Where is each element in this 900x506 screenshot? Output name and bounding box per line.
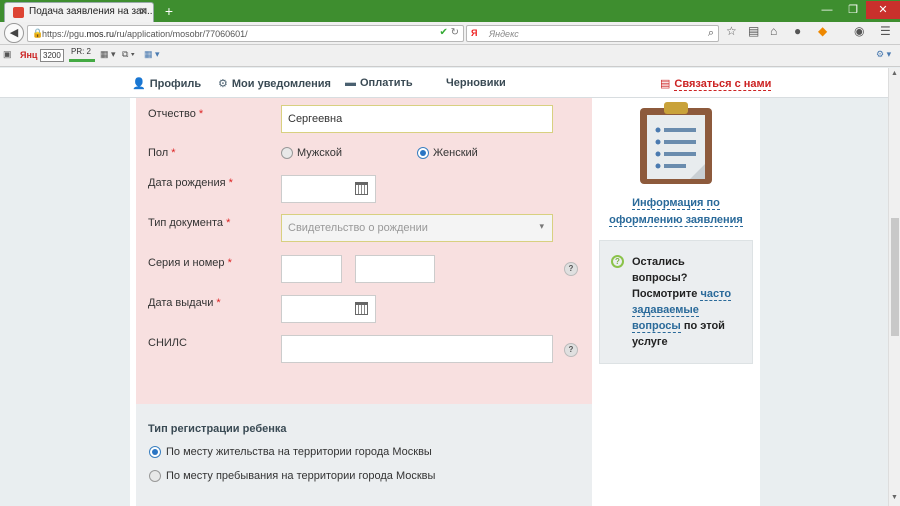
- new-tab-button[interactable]: +: [160, 3, 178, 19]
- close-tab-icon[interactable]: ✕: [139, 5, 148, 18]
- gender-female-radio[interactable]: [417, 147, 429, 159]
- document-number-input[interactable]: [355, 255, 435, 283]
- browser-window: Подача заявления на зап... ✕ + — ❐ ✕ ◀ 🔒…: [0, 0, 900, 506]
- nav-contact[interactable]: ▤ Связаться с нами: [660, 77, 772, 91]
- yandex-tic-value: 3200: [40, 49, 64, 62]
- nav-pay[interactable]: ▬ Оплатить: [345, 77, 413, 89]
- registration-type-panel: Тип регистрации ребенка По месту жительс…: [136, 404, 592, 506]
- registration-residence-label[interactable]: По месту жительства на территории города…: [166, 446, 432, 458]
- calendar-icon[interactable]: [355, 182, 368, 195]
- faq-box: ? Остались вопросы? Посмотрите часто зад…: [599, 240, 753, 364]
- tools-icon[interactable]: ▦ ▾: [144, 49, 160, 60]
- scroll-up-icon[interactable]: ▲: [891, 70, 898, 77]
- minimize-button[interactable]: —: [814, 1, 840, 19]
- close-window-button[interactable]: ✕: [866, 1, 900, 19]
- back-button[interactable]: ◀: [4, 23, 24, 43]
- maximize-button[interactable]: ❐: [840, 1, 866, 19]
- snils-input[interactable]: [281, 335, 553, 363]
- yandex-icon: Я: [471, 28, 478, 38]
- nav-drafts[interactable]: Черновики: [446, 77, 506, 89]
- lock-icon: 🔒: [32, 28, 44, 38]
- birthdate-label: Дата рождения *: [148, 177, 233, 189]
- snils-help-icon[interactable]: ?: [564, 343, 578, 357]
- tab-title: Подача заявления на зап...: [29, 6, 154, 17]
- series-number-label: Серия и номер *: [148, 257, 232, 269]
- search-bar[interactable]: Я Яндекс ⌕: [466, 25, 719, 42]
- doctype-select[interactable]: Свидетельство о рождении ▾: [281, 214, 553, 242]
- registration-residence-radio[interactable]: [149, 446, 161, 458]
- document-series-input[interactable]: [281, 255, 342, 283]
- site-favicon-icon: [13, 7, 24, 18]
- page-scrollbar[interactable]: ▲ ▼: [888, 68, 900, 506]
- security-check-icon[interactable]: ✔ ↻: [439, 27, 459, 38]
- registration-stay-radio[interactable]: [149, 470, 161, 482]
- gender-female-label[interactable]: Женский: [433, 147, 478, 159]
- pagerank-bar: [69, 59, 95, 62]
- url-host: mos.ru: [86, 29, 115, 39]
- doctype-label: Тип документа *: [148, 217, 231, 229]
- site-top-nav: 👤 Профиль ⚙ Мои уведомления ▬ Оплатить Черн…: [0, 68, 888, 98]
- user-icon: 👤: [132, 78, 146, 90]
- address-bar[interactable]: 🔒 https://pgu.mos.ru/ru/application/moso…: [27, 25, 464, 42]
- addon-icon[interactable]: ●: [794, 24, 801, 38]
- registration-title: Тип регистрации ребенка: [148, 423, 287, 435]
- registration-stay-label[interactable]: По месту пребывания на территории города…: [166, 470, 435, 482]
- url-prefix: https://pgu.: [42, 29, 87, 39]
- home-icon[interactable]: ⌂: [770, 24, 777, 38]
- faq-text: Остались вопросы? Посмотрите часто задав…: [632, 256, 732, 348]
- navigation-toolbar: ◀ 🔒 https://pgu.mos.ru/ru/application/mo…: [0, 22, 900, 45]
- question-icon: ?: [611, 255, 624, 268]
- url-path: /ru/application/mosobr/77060601/: [114, 29, 248, 39]
- application-info-link[interactable]: Информация по оформлению заявления: [600, 195, 752, 229]
- sync-icon[interactable]: ◉: [854, 24, 864, 38]
- copy-icon[interactable]: ⧉ ▾: [122, 49, 135, 60]
- chat-icon: ▤: [660, 78, 671, 90]
- issue-date-label: Дата выдачи *: [148, 297, 221, 309]
- gender-male-radio[interactable]: [281, 147, 293, 159]
- birthdate-input[interactable]: [281, 175, 376, 203]
- scroll-down-icon[interactable]: ▼: [891, 494, 898, 501]
- bookmarks-list-icon[interactable]: ▤: [748, 24, 759, 38]
- menu-icon[interactable]: ☰: [880, 24, 891, 38]
- search-placeholder: Яндекс: [489, 29, 519, 39]
- clipboard-icon: [640, 102, 712, 184]
- gear-icon: ⚙: [218, 78, 228, 90]
- yandex-tic-label[interactable]: Янц: [20, 50, 37, 60]
- nav-profile[interactable]: 👤 Профиль: [132, 77, 201, 90]
- seo-panel-icon[interactable]: ▣: [3, 49, 12, 60]
- page-info-icon[interactable]: ▦ ▾: [100, 49, 116, 60]
- browser-tab[interactable]: Подача заявления на зап... ✕: [4, 2, 154, 22]
- extension-icon[interactable]: ◆: [818, 24, 827, 38]
- faq-link[interactable]: вопросы: [632, 320, 681, 333]
- scroll-thumb[interactable]: [891, 218, 899, 336]
- patronymic-label: Отчество *: [148, 108, 204, 120]
- faq-link[interactable]: часто: [700, 288, 732, 301]
- settings-gear-icon[interactable]: ⚙ ▾: [876, 49, 891, 60]
- gender-male-label[interactable]: Мужской: [297, 147, 342, 159]
- page-viewport: 👤 Профиль ⚙ Мои уведомления ▬ Оплатить Черн…: [0, 68, 900, 506]
- series-help-icon[interactable]: ?: [564, 262, 578, 276]
- pagerank-label: PR: 2: [71, 47, 92, 56]
- title-bar: Подача заявления на зап... ✕ + — ❐ ✕: [0, 0, 900, 22]
- patronymic-input[interactable]: Сергеевна: [281, 105, 553, 133]
- gender-label: Пол *: [148, 147, 176, 159]
- card-icon: ▬: [345, 77, 356, 89]
- chevron-down-icon: ▾: [539, 221, 544, 231]
- issue-date-input[interactable]: [281, 295, 376, 323]
- calendar-icon[interactable]: [355, 302, 368, 315]
- bookmark-star-icon[interactable]: ☆: [726, 24, 737, 38]
- snils-label: СНИЛС: [148, 337, 187, 349]
- child-data-form: Отчество * Сергеевна Пол * Мужской Женск…: [136, 98, 592, 456]
- faq-link[interactable]: задаваемые: [632, 304, 699, 317]
- bookmarks-toolbar: ▣ Янц 3200 PR: 2 ▦ ▾ ⧉ ▾ ▦ ▾ ⚙ ▾: [0, 45, 900, 67]
- search-icon[interactable]: ⌕: [708, 27, 714, 40]
- nav-notifications[interactable]: ⚙ Мои уведомления: [218, 77, 331, 90]
- reload-icon[interactable]: ↻: [451, 27, 459, 38]
